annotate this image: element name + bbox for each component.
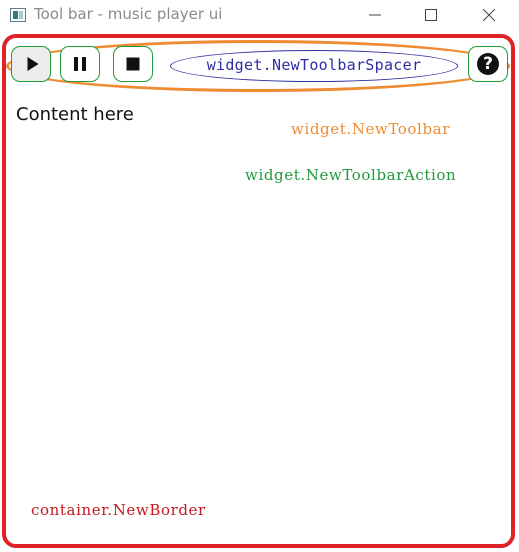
window-title: Tool bar - music player ui bbox=[34, 5, 223, 23]
stop-button[interactable] bbox=[113, 46, 153, 82]
stop-icon bbox=[126, 57, 140, 71]
toolbar-spacer-label: widget.NewToolbarSpacer bbox=[206, 56, 422, 74]
close-icon bbox=[483, 9, 495, 21]
content-text: Content here bbox=[16, 104, 134, 125]
pause-button[interactable] bbox=[60, 46, 100, 82]
play-icon bbox=[27, 57, 39, 71]
maximize-button[interactable] bbox=[408, 0, 454, 30]
maximize-icon bbox=[425, 9, 437, 21]
app-icon bbox=[10, 8, 26, 22]
window-titlebar: Tool bar - music player ui bbox=[0, 0, 519, 32]
help-icon: ? bbox=[477, 53, 499, 75]
close-button[interactable] bbox=[466, 0, 512, 30]
minimize-button[interactable] bbox=[352, 0, 398, 30]
help-button[interactable]: ? bbox=[468, 46, 508, 82]
pause-icon bbox=[74, 57, 86, 71]
minimize-icon bbox=[369, 14, 381, 16]
annotation-border: container.NewBorder bbox=[31, 501, 206, 519]
annotation-toolbar-action: widget.NewToolbarAction bbox=[245, 166, 457, 184]
toolbar-spacer: widget.NewToolbarSpacer bbox=[170, 50, 458, 82]
play-button[interactable] bbox=[11, 46, 51, 82]
annotation-toolbar: widget.NewToolbar bbox=[291, 120, 450, 138]
